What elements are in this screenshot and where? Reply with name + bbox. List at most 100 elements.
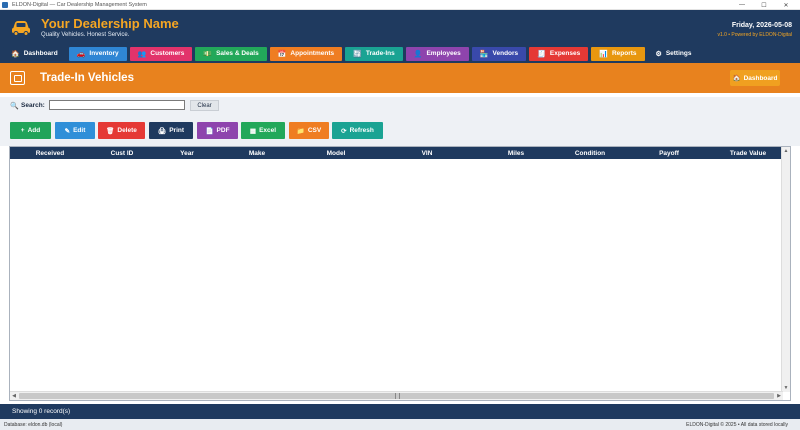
nav-tab-dashboard[interactable]: 🏠 Dashboard bbox=[3, 46, 66, 61]
scroll-right-icon[interactable]: ▶ bbox=[775, 392, 783, 400]
users-icon: 👥 bbox=[137, 50, 147, 58]
receipt-icon: 🧾 bbox=[537, 50, 546, 58]
delete-button[interactable]: 🗑 Delete bbox=[98, 122, 145, 139]
dashboard-button[interactable]: 🏠 Dashboard bbox=[730, 70, 780, 86]
maximize-button[interactable]: ☐ bbox=[754, 0, 774, 10]
printer-icon: 🖨 bbox=[157, 127, 167, 135]
nav-tab-label: Inventory bbox=[89, 50, 119, 57]
edit-button[interactable]: ✎ Edit bbox=[55, 122, 95, 139]
nav-tab-employees[interactable]: 👤 Employees bbox=[405, 46, 469, 61]
scroll-left-icon[interactable]: ◀ bbox=[10, 392, 18, 400]
add-button[interactable]: + Add bbox=[10, 122, 51, 139]
search-icon: 🔍 bbox=[10, 103, 19, 110]
scroll-up-icon[interactable]: ▲ bbox=[782, 147, 790, 155]
app-header: Your Dealership Name Quality Vehicles. H… bbox=[0, 10, 800, 44]
nav-tab-vendors[interactable]: 🏪 Vendors bbox=[471, 46, 527, 61]
action-toolbar: + Add ✎ Edit 🗑 Delete 🖨 Print 📄 PDF ▦ Excel 📁 C… bbox=[0, 115, 800, 146]
nav-tab-label: Sales & Deals bbox=[216, 50, 259, 57]
dealership-name: Your Dealership Name bbox=[41, 16, 179, 31]
column-header-payoff[interactable]: Payoff bbox=[652, 150, 686, 157]
minimize-button[interactable]: — bbox=[732, 0, 752, 10]
main-nav: 🏠 Dashboard 🚗 Inventory 👥 Customers 💵 Sales … bbox=[0, 44, 800, 63]
nav-tab-label: Settings bbox=[665, 50, 692, 57]
close-button[interactable]: ✕ bbox=[776, 0, 796, 10]
nav-tab-label: Customers bbox=[150, 50, 185, 57]
excel-button-label: Excel bbox=[259, 127, 277, 134]
gear-icon: ⚙ bbox=[655, 50, 662, 58]
folder-icon: 📁 bbox=[296, 127, 305, 135]
scroll-down-icon[interactable]: ▼ bbox=[782, 384, 790, 392]
vertical-scrollbar[interactable]: ▲ ▼ bbox=[781, 147, 790, 392]
csv-button[interactable]: 📁 CSV bbox=[289, 122, 329, 139]
column-header-received[interactable]: Received bbox=[24, 150, 76, 157]
search-input[interactable] bbox=[49, 100, 185, 110]
footer: Database: eldon.db (local) ELDON-Digital… bbox=[0, 419, 800, 430]
table-header: Received Cust ID Year Make Model VIN Mil… bbox=[10, 147, 781, 159]
pdf-button-label: PDF bbox=[216, 127, 230, 134]
copyright-label: ELDON-Digital © 2025 • All data stored l… bbox=[686, 422, 788, 428]
column-header-trade-value[interactable]: Trade Value bbox=[722, 150, 774, 157]
current-date: Friday, 2026-05-08 bbox=[731, 22, 792, 29]
plus-icon: + bbox=[20, 127, 25, 134]
csv-button-label: CSV bbox=[307, 127, 322, 134]
column-header-vin[interactable]: VIN bbox=[412, 150, 442, 157]
print-button-label: Print bbox=[169, 127, 185, 134]
nav-tab-label: Appointments bbox=[290, 50, 335, 57]
nav-tab-label: Reports bbox=[611, 50, 637, 57]
database-label: Database: eldon.db (local) bbox=[4, 422, 63, 428]
version-label: v1.0 • Powered by ELDON-Digital bbox=[717, 32, 792, 38]
pdf-button[interactable]: 📄 PDF bbox=[197, 122, 238, 139]
column-header-model[interactable]: Model bbox=[314, 150, 358, 157]
document-icon: 📄 bbox=[205, 127, 214, 135]
dashboard-button-label: Dashboard bbox=[743, 74, 778, 82]
clear-button[interactable]: Clear bbox=[190, 100, 219, 111]
swap-icon: 🔄 bbox=[353, 50, 362, 58]
nav-tab-inventory[interactable]: 🚗 Inventory bbox=[68, 46, 127, 61]
column-header-year[interactable]: Year bbox=[172, 150, 202, 157]
add-button-label: Add bbox=[27, 127, 41, 134]
nav-tab-trade-ins[interactable]: 🔄 Trade-Ins bbox=[345, 46, 403, 61]
print-button[interactable]: 🖨 Print bbox=[149, 122, 193, 139]
home-icon: 🏠 bbox=[11, 50, 20, 58]
refresh-icon: ⟳ bbox=[341, 127, 347, 135]
column-header-make[interactable]: Make bbox=[238, 150, 276, 157]
home-icon: 🏠 bbox=[732, 75, 741, 82]
dealership-tagline: Quality Vehicles. Honest Service. bbox=[41, 32, 130, 38]
edit-button-label: Edit bbox=[73, 127, 86, 134]
scrollbar-grip bbox=[395, 393, 400, 399]
nav-tab-customers[interactable]: 👥 Customers bbox=[129, 46, 193, 61]
search-bar: 🔍 Search: Clear bbox=[0, 97, 800, 115]
column-header-condition[interactable]: Condition bbox=[566, 150, 614, 157]
nav-tab-label: Vendors bbox=[492, 50, 519, 57]
nav-tab-appointments[interactable]: 📅 Appointments bbox=[269, 46, 343, 61]
store-icon: 🏪 bbox=[479, 50, 489, 58]
nav-tab-expenses[interactable]: 🧾 Expenses bbox=[529, 46, 589, 61]
nav-tab-label: Expenses bbox=[549, 50, 581, 57]
refresh-button[interactable]: ⟳ Refresh bbox=[332, 122, 383, 139]
nav-tab-settings[interactable]: ⚙ Settings bbox=[647, 46, 700, 61]
trade-ins-table: Received Cust ID Year Make Model VIN Mil… bbox=[9, 146, 791, 401]
page-title-bar: Trade-In Vehicles 🏠 Dashboard bbox=[0, 63, 800, 93]
car-icon: 🚗 bbox=[76, 50, 86, 58]
delete-button-label: Delete bbox=[117, 127, 137, 134]
app-icon bbox=[2, 1, 8, 8]
spreadsheet-icon: ▦ bbox=[249, 127, 257, 135]
money-icon: 💵 bbox=[203, 50, 213, 58]
column-header-cust-id[interactable]: Cust ID bbox=[102, 150, 142, 157]
column-header-miles[interactable]: Miles bbox=[500, 150, 532, 157]
person-icon: 👤 bbox=[413, 50, 423, 58]
search-label: Search: bbox=[21, 102, 45, 109]
trash-icon: 🗑 bbox=[106, 127, 115, 135]
record-count: Showing 0 record(s) bbox=[12, 408, 71, 415]
horizontal-scrollbar[interactable]: ◀ ▶ bbox=[10, 391, 783, 400]
nav-tab-sales-deals[interactable]: 💵 Sales & Deals bbox=[195, 46, 267, 61]
excel-button[interactable]: ▦ Excel bbox=[241, 122, 285, 139]
nav-tab-reports[interactable]: 📊 Reports bbox=[591, 46, 645, 61]
chart-icon: 📊 bbox=[599, 50, 608, 58]
status-bar: Showing 0 record(s) bbox=[0, 404, 800, 419]
window-title-bar: ELDON-Digital — Car Dealership Managemen… bbox=[0, 0, 800, 10]
refresh-button-label: Refresh bbox=[349, 127, 374, 134]
calendar-icon: 📅 bbox=[277, 50, 287, 58]
trade-in-icon bbox=[10, 71, 25, 85]
nav-tab-label: Trade-Ins bbox=[365, 50, 395, 57]
